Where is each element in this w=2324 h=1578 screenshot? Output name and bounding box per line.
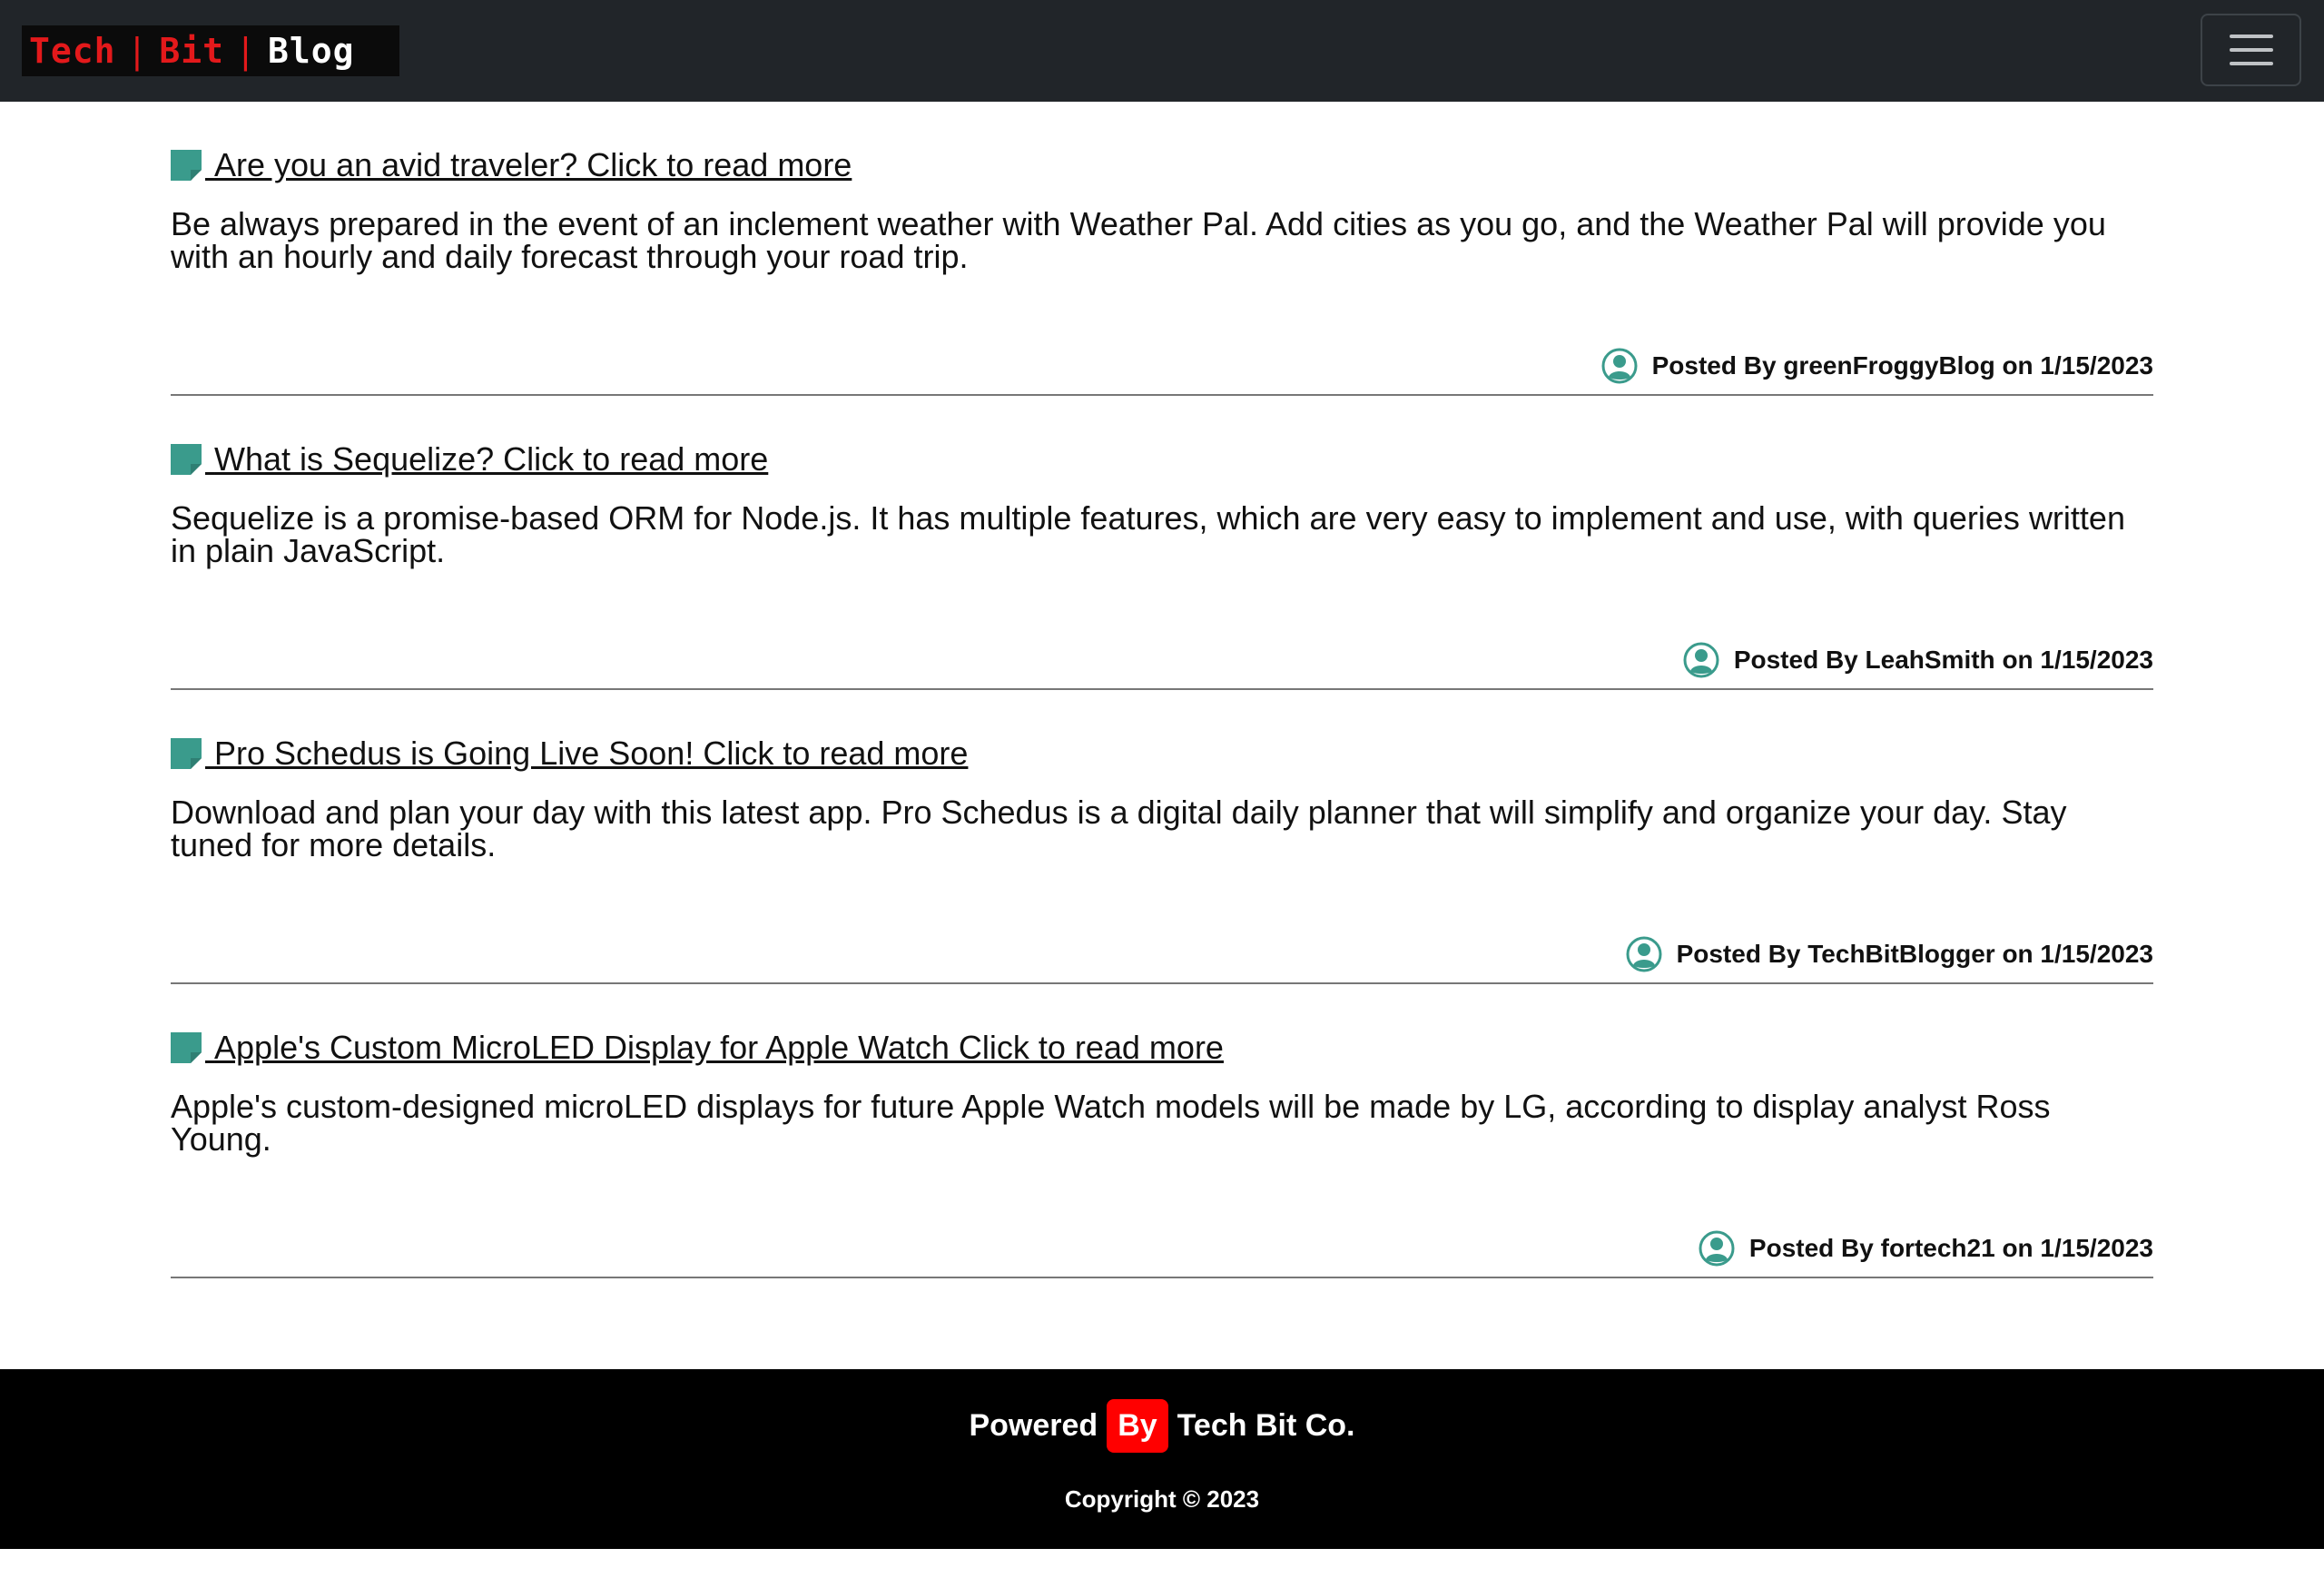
post-header: Are you an avid traveler? Click to read … — [171, 146, 852, 184]
post-author-meta: Posted By TechBitBlogger on 1/15/2023 — [1626, 935, 2153, 973]
post-header: Apple's Custom MicroLED Display for Appl… — [171, 1029, 1224, 1067]
footer-company-name: Tech Bit Co. — [1177, 1408, 1355, 1443]
post-summary: Be always prepared in the event of an in… — [171, 205, 2106, 275]
navbar-toggle-button[interactable] — [2201, 14, 2301, 86]
post-list: Are you an avid traveler? Click to read … — [171, 102, 2153, 1278]
post-author-text: Posted By LeahSmith on 1/15/2023 — [1733, 646, 2153, 674]
post-card: Pro Schedus is Going Live Soon! Click to… — [171, 690, 2153, 984]
user-circle-icon — [1626, 936, 1662, 972]
brand-separator: | — [126, 31, 149, 71]
brand-logo[interactable]: Tech | Bit | Blog — [22, 25, 399, 76]
brand-word-bit: Bit — [159, 31, 225, 71]
post-author-text: Posted By greenFroggyBlog on 1/15/2023 — [1651, 351, 2153, 380]
footer-copyright: Copyright © 2023 — [1064, 1485, 1260, 1513]
post-header: What is Sequelize? Click to read more — [171, 440, 768, 478]
sticky-note-icon — [171, 150, 202, 181]
user-circle-icon — [1683, 642, 1719, 678]
user-circle-icon — [1699, 1230, 1735, 1267]
navbar: Tech | Bit | Blog — [0, 0, 2324, 102]
footer-powered-text: Powered — [969, 1408, 1098, 1443]
post-summary: Download and plan your day with this lat… — [171, 794, 2067, 863]
post-author-text: Posted By TechBitBlogger on 1/15/2023 — [1676, 940, 2153, 968]
sticky-note-icon — [171, 738, 202, 769]
post-title-link[interactable]: Pro Schedus is Going Live Soon! Click to… — [205, 735, 968, 773]
post-author-meta: Posted By LeahSmith on 1/15/2023 — [1683, 641, 2153, 679]
post-header: Pro Schedus is Going Live Soon! Click to… — [171, 735, 968, 772]
post-card: Are you an avid traveler? Click to read … — [171, 102, 2153, 396]
post-summary: Apple's custom-designed microLED display… — [171, 1088, 2051, 1158]
post-author-meta: Posted By fortech21 on 1/15/2023 — [1699, 1229, 2153, 1267]
post-summary: Sequelize is a promise-based ORM for Nod… — [171, 499, 2125, 569]
sticky-note-icon — [171, 444, 202, 475]
post-author-meta: Posted By greenFroggyBlog on 1/15/2023 — [1601, 347, 2153, 385]
sticky-note-icon — [171, 1032, 202, 1063]
post-title-link[interactable]: Are you an avid traveler? Click to read … — [205, 146, 852, 184]
post-author-text: Posted By fortech21 on 1/15/2023 — [1748, 1234, 2153, 1262]
footer-powered-by: Powered By Tech Bit Co. — [0, 1399, 2324, 1453]
hamburger-menu-icon — [2229, 35, 2273, 38]
brand-word-blog: Blog — [267, 31, 355, 71]
post-title-link[interactable]: What is Sequelize? Click to read more — [205, 440, 768, 478]
hamburger-menu-icon — [2229, 62, 2273, 65]
footer-by-badge: By — [1107, 1399, 1168, 1453]
post-card: What is Sequelize? Click to read more Se… — [171, 396, 2153, 690]
post-card: Apple's Custom MicroLED Display for Appl… — [171, 984, 2153, 1278]
footer: Powered By Tech Bit Co. Copyright © 2023 — [0, 1369, 2324, 1549]
brand-separator: | — [235, 31, 257, 71]
post-title-link[interactable]: Apple's Custom MicroLED Display for Appl… — [205, 1029, 1224, 1067]
brand-word-tech: Tech — [29, 31, 116, 71]
hamburger-menu-icon — [2229, 48, 2273, 52]
user-circle-icon — [1601, 348, 1638, 384]
